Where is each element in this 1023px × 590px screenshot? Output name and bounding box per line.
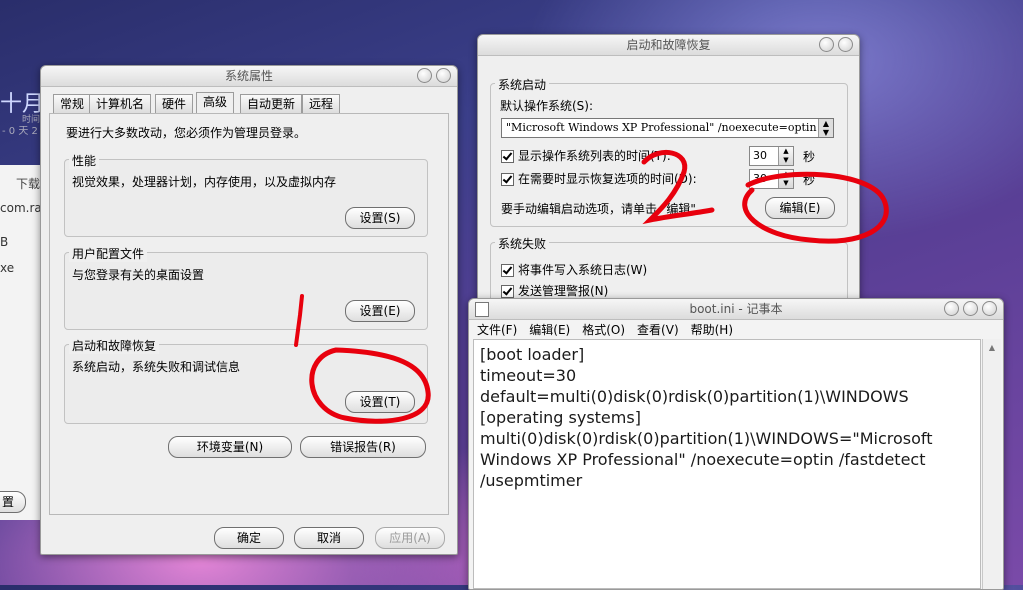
system-startup-legend: 系统启动 — [495, 76, 550, 93]
tab-panel: 要进行大多数改动，您必须作为管理员登录。 性能 视觉效果，处理器计划，内存使用，… — [49, 113, 449, 515]
default-os-label: 默认操作系统(S): — [500, 99, 594, 113]
startup-recovery-window: 启动和故障恢复 系统启动 默认操作系统(S): "Microsoft Windo… — [477, 34, 860, 314]
menu-format[interactable]: 格式(O) — [582, 321, 625, 338]
user-profiles-description: 与您登录有关的桌面设置 — [72, 268, 205, 282]
show-recovery-time-input[interactable]: 30 ▲ ▼ — [749, 169, 794, 189]
menu-file[interactable]: 文件(F) — [477, 321, 517, 338]
user-profiles-legend: 用户配置文件 — [69, 245, 148, 262]
system-startup-group: 系统启动 默认操作系统(S): "Microsoft Windows XP Pr… — [490, 76, 848, 227]
send-alert-label: 发送管理警报(N) — [518, 284, 609, 298]
seconds-label-1: 秒 — [803, 150, 816, 164]
error-report-button[interactable]: 错误报告(R) — [300, 436, 426, 458]
notepad-text-area[interactable]: [boot loader] timeout=30 default=multi(0… — [473, 339, 981, 589]
notepad-window: boot.ini - 记事本 文件(F) 编辑(E) 格式(O) 查看(V) 帮… — [468, 298, 1004, 590]
user-profiles-group: 用户配置文件 与您登录有关的桌面设置 设置(E) — [64, 245, 428, 330]
notepad-titlebar: boot.ini - 记事本 — [469, 299, 1003, 320]
notepad-menubar: 文件(F) 编辑(E) 格式(O) 查看(V) 帮助(H) — [473, 321, 733, 338]
write-log-label: 将事件写入系统日志(W) — [518, 263, 648, 277]
show-recovery-time-value: 30 — [753, 172, 767, 185]
window-title: 系统属性 — [224, 69, 273, 83]
menu-view[interactable]: 查看(V) — [637, 321, 679, 338]
close-button[interactable] — [838, 37, 853, 52]
performance-legend: 性能 — [69, 152, 100, 169]
write-log-row: 将事件写入系统日志(W) — [501, 261, 647, 278]
startup-recovery-description: 系统启动，系统失败和调试信息 — [72, 360, 241, 374]
menu-help[interactable]: 帮助(H) — [691, 321, 733, 338]
seconds-label-2: 秒 — [803, 173, 816, 187]
apply-button[interactable]: 应用(A) — [375, 527, 445, 549]
tab-hardware[interactable]: 硬件 — [155, 94, 194, 113]
show-os-list-label: 显示操作系统列表的时间(T): — [518, 149, 671, 163]
tab-advanced[interactable]: 高级 — [196, 92, 235, 114]
manual-edit-note: 要手动编辑启动选项，请单击 "编辑"。 — [501, 202, 708, 216]
default-os-select[interactable]: "Microsoft Windows XP Professional" /noe… — [501, 118, 834, 138]
background-remaining: - 0 天 2 — [2, 126, 38, 137]
close-button[interactable] — [436, 68, 451, 83]
show-os-list-time-value: 30 — [753, 149, 767, 162]
ok-button[interactable]: 确定 — [214, 527, 284, 549]
send-alert-checkbox[interactable] — [501, 285, 514, 298]
minimize-button[interactable] — [944, 301, 959, 316]
show-os-list-row: 显示操作系统列表的时间(T): — [501, 147, 671, 164]
chevron-updown-icon[interactable]: ▲ ▼ — [818, 119, 833, 137]
send-alert-row: 发送管理警报(N) — [501, 282, 608, 299]
system-properties-window: 系统属性 常规 计算机名 硬件 高级 自动更新 远程 要进行大多数改动，您必须作… — [40, 65, 458, 555]
edit-button[interactable]: 编辑(E) — [765, 197, 835, 219]
notepad-app-icon — [475, 302, 489, 317]
tab-automatic-updates[interactable]: 自动更新 — [240, 94, 303, 113]
background-settings-button[interactable]: 置 — [0, 491, 26, 513]
minimize-button[interactable] — [819, 37, 834, 52]
system-properties-titlebar: 系统属性 — [41, 66, 457, 87]
minimize-button[interactable] — [417, 68, 432, 83]
maximize-button[interactable] — [963, 301, 978, 316]
tab-computer-name[interactable]: 计算机名 — [89, 94, 152, 113]
show-recovery-checkbox[interactable] — [501, 173, 514, 186]
startup-recovery-legend: 启动和故障恢复 — [69, 337, 160, 354]
startup-recovery-group: 启动和故障恢复 系统启动，系统失败和调试信息 设置(T) — [64, 337, 428, 424]
startup-recovery-titlebar: 启动和故障恢复 — [478, 35, 859, 56]
admin-note: 要进行大多数改动，您必须作为管理员登录。 — [66, 126, 307, 140]
show-recovery-row: 在需要时显示恢复选项的时间(D): — [501, 170, 697, 187]
window-title: 启动和故障恢复 — [626, 38, 711, 52]
startup-recovery-settings-button[interactable]: 设置(T) — [345, 391, 415, 413]
performance-settings-button[interactable]: 设置(S) — [345, 207, 415, 229]
default-os-value: "Microsoft Windows XP Professional" /noe… — [506, 121, 817, 134]
environment-variables-button[interactable]: 环境变量(N) — [168, 436, 292, 458]
menu-edit[interactable]: 编辑(E) — [529, 321, 570, 338]
write-log-checkbox[interactable] — [501, 264, 514, 277]
spinner-icon[interactable]: ▲ ▼ — [778, 147, 793, 165]
performance-group: 性能 视觉效果，处理器计划，内存使用，以及虚拟内存 设置(S) — [64, 152, 428, 237]
show-os-list-time-input[interactable]: 30 ▲ ▼ — [749, 146, 794, 166]
vertical-scrollbar[interactable]: ▲ — [982, 339, 1001, 589]
cancel-button[interactable]: 取消 — [294, 527, 364, 549]
background-download-label: 下载 — [16, 177, 41, 191]
background-size: B — [0, 235, 9, 249]
tab-remote[interactable]: 远程 — [302, 94, 341, 113]
show-recovery-label: 在需要时显示恢复选项的时间(D): — [518, 172, 697, 186]
window-title: boot.ini - 记事本 — [689, 302, 783, 316]
performance-description: 视觉效果，处理器计划，内存使用，以及虚拟内存 — [72, 175, 337, 189]
background-ext: xe — [0, 261, 15, 275]
user-profiles-settings-button[interactable]: 设置(E) — [345, 300, 415, 322]
spinner-icon[interactable]: ▲ ▼ — [778, 170, 793, 188]
tab-general[interactable]: 常规 — [53, 94, 92, 113]
close-button[interactable] — [982, 301, 997, 316]
background-window: 下载 com.rar B xe 置 — [0, 165, 47, 520]
show-os-list-checkbox[interactable] — [501, 150, 514, 163]
scroll-up-icon[interactable]: ▲ — [983, 343, 1001, 352]
system-failure-legend: 系统失败 — [495, 235, 550, 252]
